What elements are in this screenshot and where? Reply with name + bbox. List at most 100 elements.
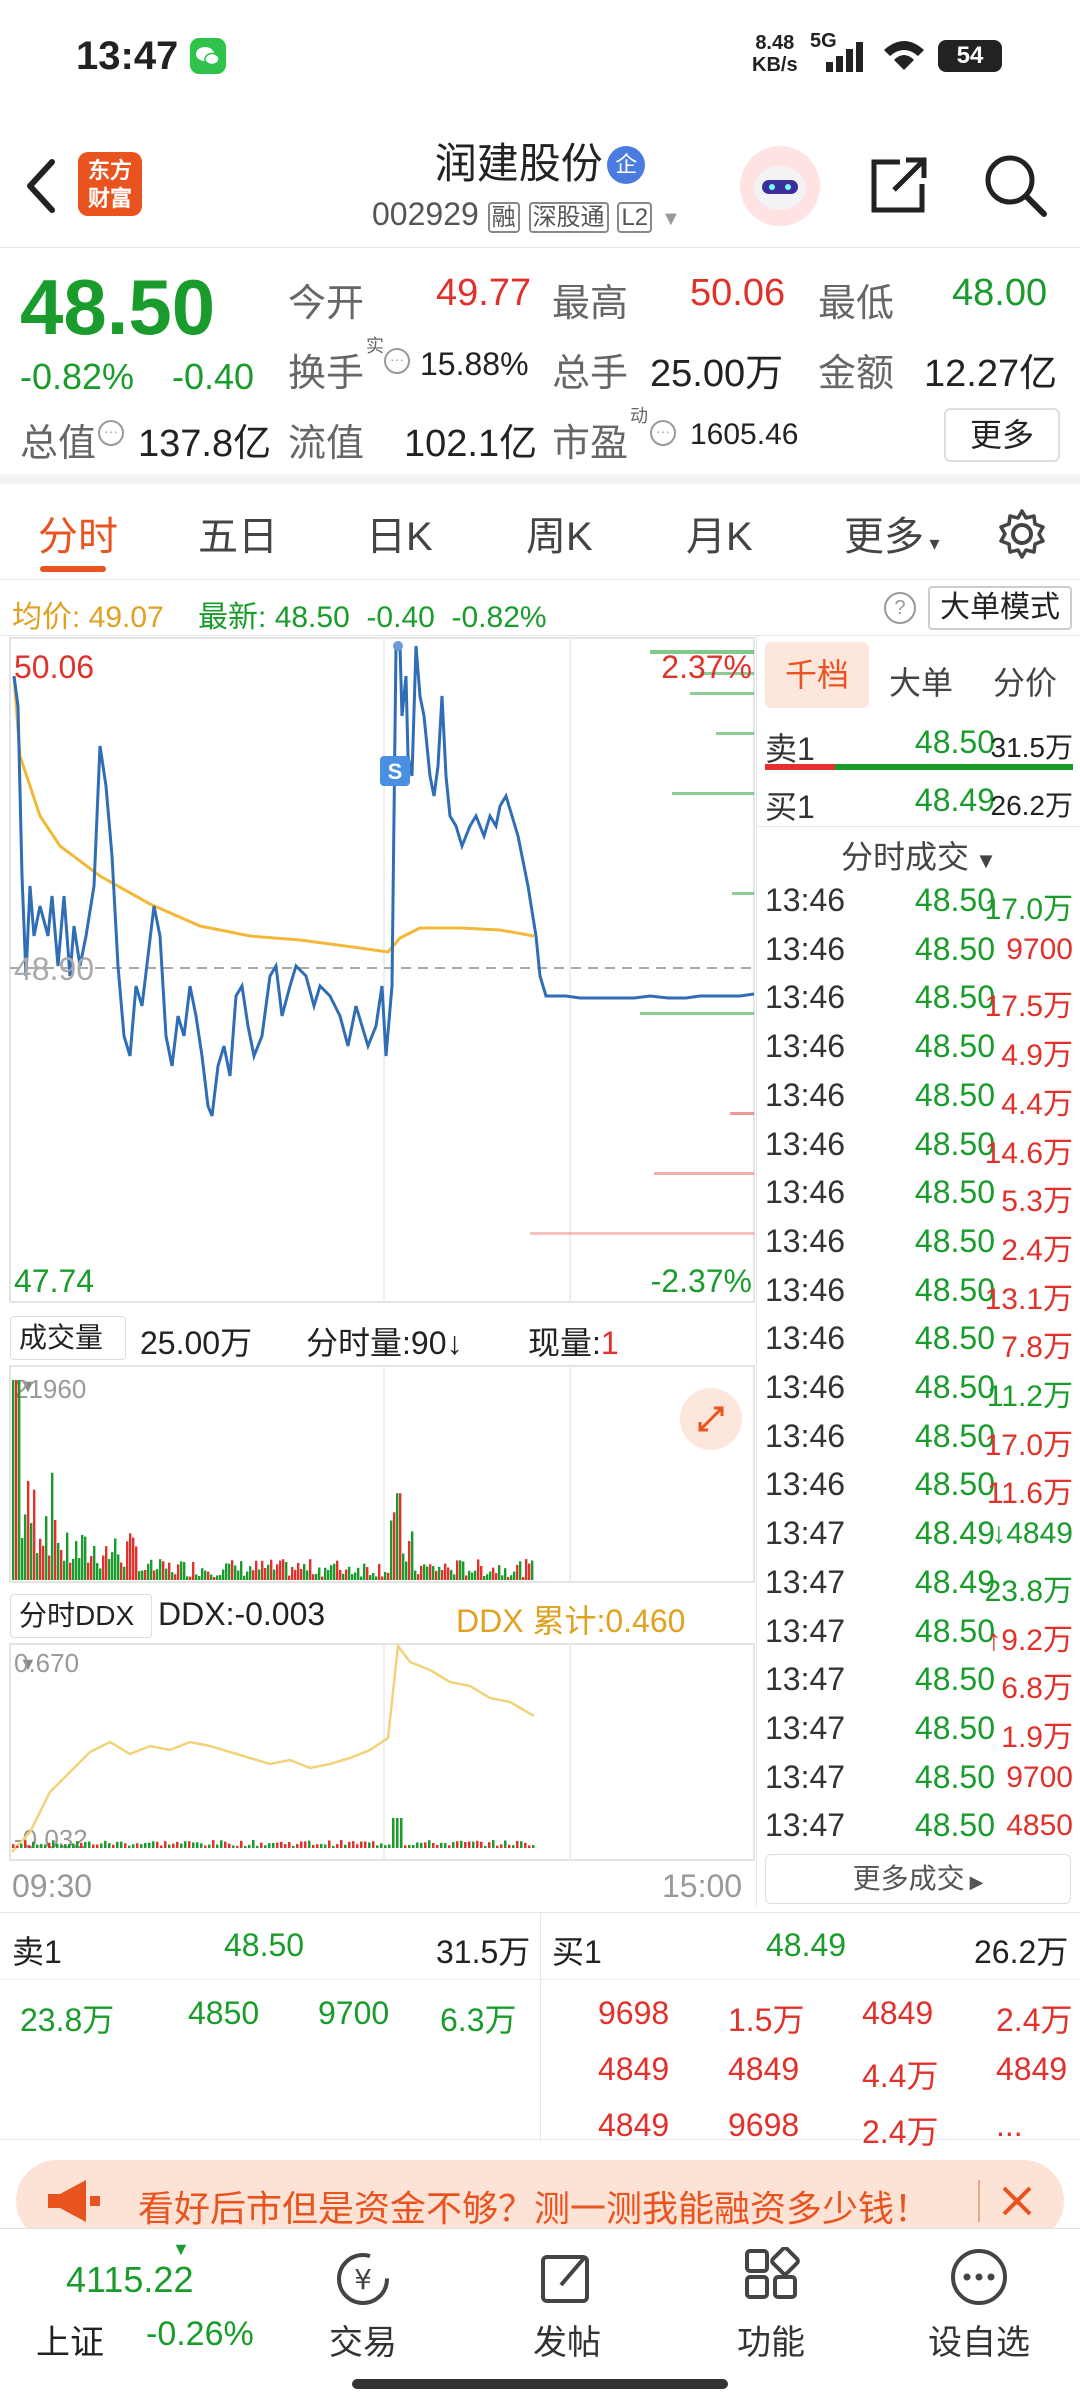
ddx-bar — [360, 1841, 363, 1848]
volume-bar — [462, 1561, 465, 1580]
ddx-bar — [260, 1842, 263, 1848]
ddx-bar — [104, 1840, 107, 1848]
more-dots-icon[interactable]: ··· — [98, 420, 124, 446]
ddx-bar — [324, 1844, 327, 1848]
volume-bar — [72, 1558, 75, 1580]
search-icon[interactable] — [980, 150, 1050, 220]
avg-price: 均价: 49.07 — [12, 601, 164, 634]
expand-icon[interactable] — [680, 1388, 742, 1450]
big-order-mode-button[interactable]: 大单模式 — [928, 586, 1072, 630]
volume-bar — [162, 1561, 165, 1580]
ddx-bar — [12, 1844, 15, 1848]
trade-price: 48.50 — [914, 882, 995, 918]
stock-code-row[interactable]: 002929 融 深股通 L2 ▼ — [372, 196, 681, 233]
ddx-bar — [124, 1843, 127, 1848]
trade-volume: 9700 — [1006, 1760, 1073, 1794]
settings-gear-icon[interactable] — [996, 508, 1048, 560]
ddx-dropdown[interactable]: 分时DDX ▼ — [10, 1594, 152, 1674]
tab-big-order[interactable]: 大单 — [889, 658, 953, 704]
trade-icon: ¥ — [337, 2253, 389, 2305]
volume-bar — [294, 1569, 297, 1580]
ddx-axis-max: 0.670 — [14, 1648, 79, 1678]
volume-bar — [381, 1576, 384, 1580]
tab-thousand-level[interactable]: 千档 — [765, 642, 869, 708]
ddx-bar — [404, 1845, 407, 1848]
ddx-bar — [152, 1841, 155, 1848]
ob-buy-price: 48.49 — [766, 1927, 847, 1963]
close-icon[interactable] — [998, 2182, 1036, 2220]
volume-bar — [129, 1533, 132, 1580]
tab-price-distribution[interactable]: 分价 — [993, 658, 1057, 704]
help-icon[interactable]: ? — [884, 592, 916, 624]
price-chart[interactable]: S 50.06 2.37% 48.90 47.74 -2.37% — [0, 636, 756, 1306]
dropdown-icon: ▼ — [661, 208, 681, 230]
ddx-bar — [116, 1841, 119, 1848]
trade-price: 48.50 — [914, 1271, 995, 1308]
nav-functions[interactable]: 功能 — [696, 2247, 846, 2364]
open-label: 今开 — [288, 283, 365, 325]
trade-row: 13:46 48.50 17.5万 — [757, 973, 1080, 1023]
robot-assistant-icon[interactable] — [740, 146, 820, 226]
trade-price: 48.50 — [914, 1709, 995, 1746]
tab-daily-k[interactable]: 日K — [366, 504, 433, 562]
volume-bar — [525, 1559, 528, 1580]
ddx-bar — [448, 1845, 451, 1848]
share-icon[interactable] — [864, 150, 934, 220]
tab-more[interactable]: 更多 ▾ — [844, 504, 940, 562]
ddx-bar — [240, 1840, 243, 1848]
sell1-row[interactable]: 卖1 48.50 31.5万 — [757, 718, 1080, 767]
ddx-bar — [428, 1840, 431, 1848]
tab-monthly-k[interactable]: 月K — [686, 504, 753, 562]
trade-time: 13:46 — [765, 1320, 846, 1357]
nav-add-watchlist[interactable]: 设自选 — [904, 2247, 1054, 2364]
change-percent: -0.82% — [20, 356, 135, 397]
volume-bar — [408, 1541, 411, 1580]
stock-title[interactable]: 润建股份 企 — [380, 130, 700, 191]
buy1-row[interactable]: 买1 48.49 26.2万 — [757, 776, 1080, 825]
tab-weekly-k[interactable]: 周K — [526, 504, 593, 562]
axis-price-high: 50.06 — [14, 649, 94, 685]
trade-price: 48.50 — [914, 1174, 995, 1211]
ddx-bar — [508, 1844, 511, 1848]
volume-bar — [18, 1380, 21, 1580]
volume-dropdown[interactable]: 成交量 ▼ — [10, 1316, 126, 1396]
volume-bar — [420, 1565, 423, 1580]
ddx-bar — [280, 1841, 283, 1848]
axis-pct-high: 2.37% — [661, 649, 752, 685]
home-indicator — [352, 2379, 728, 2389]
volume-value: 25.00万 — [650, 353, 784, 395]
ddx-bar — [112, 1844, 115, 1848]
ddx-bar — [492, 1840, 495, 1848]
buy-queue-item: 4849 — [598, 2051, 670, 2087]
volume-bar — [333, 1563, 336, 1580]
ddx-chart[interactable]: 0.670 -0.032 — [0, 1642, 756, 1864]
index-ticker[interactable]: 4115.22 ▼ 上证 -0.26% — [20, 2239, 310, 2369]
tab-five-day[interactable]: 五日 — [198, 504, 278, 562]
nav-post[interactable]: 发帖 — [492, 2247, 642, 2364]
volume-bar — [378, 1563, 381, 1580]
trade-volume: 7.8万 — [1001, 1331, 1073, 1365]
trade-row: 13:47 48.50 4850 — [757, 1801, 1080, 1850]
ddx-bar — [156, 1841, 159, 1848]
s-marker-text: S — [388, 759, 403, 784]
eastmoney-logo[interactable]: 东方 财富 — [78, 152, 142, 216]
trade-time: 13:46 — [765, 930, 846, 967]
trade-time: 13:46 — [765, 1125, 846, 1162]
tab-intraday[interactable]: 分时 — [38, 504, 118, 562]
back-icon[interactable] — [22, 156, 62, 216]
nav-trade[interactable]: ¥ 交易 — [288, 2247, 438, 2364]
volume-bar — [432, 1566, 435, 1580]
more-trades-button[interactable]: 更多成交 ▶ — [765, 1854, 1071, 1904]
ddx-bar — [56, 1843, 59, 1848]
volume-bar — [189, 1576, 192, 1580]
megaphone-icon — [48, 2180, 100, 2222]
more-dots-icon[interactable]: ··· — [650, 420, 676, 446]
volume-bar — [192, 1562, 195, 1580]
volume-chart[interactable]: 21960 — [0, 1364, 756, 1586]
ddx-bar — [248, 1844, 251, 1848]
more-dots-icon[interactable]: ··· — [384, 348, 410, 374]
ddx-bar — [456, 1841, 459, 1848]
ddx-bar — [92, 1844, 95, 1848]
more-button[interactable]: 更多 — [944, 408, 1060, 462]
trades-header[interactable]: 分时成交 ▼ — [757, 832, 1080, 878]
